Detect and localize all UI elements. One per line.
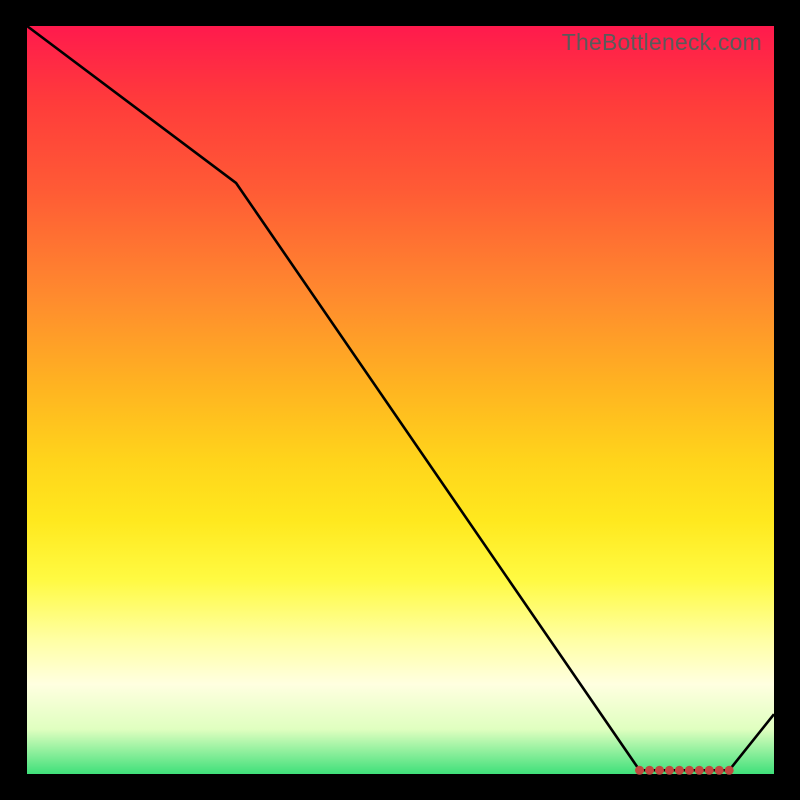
optimal-range-marker — [635, 766, 644, 775]
optimal-range-marker — [705, 766, 714, 775]
chart-frame: TheBottleneck.com — [0, 0, 800, 800]
optimal-range-marker — [715, 766, 724, 775]
optimal-range-marker — [645, 766, 654, 775]
optimal-range-marker — [655, 766, 664, 775]
optimal-range-marker — [675, 766, 684, 775]
line-chart-svg — [27, 26, 774, 774]
optimal-range-marker — [725, 766, 734, 775]
plot-area: TheBottleneck.com — [27, 26, 774, 774]
optimal-range-marker — [665, 766, 674, 775]
optimal-range-marker — [685, 766, 694, 775]
data-line — [27, 26, 774, 770]
optimal-range-marker — [695, 766, 704, 775]
